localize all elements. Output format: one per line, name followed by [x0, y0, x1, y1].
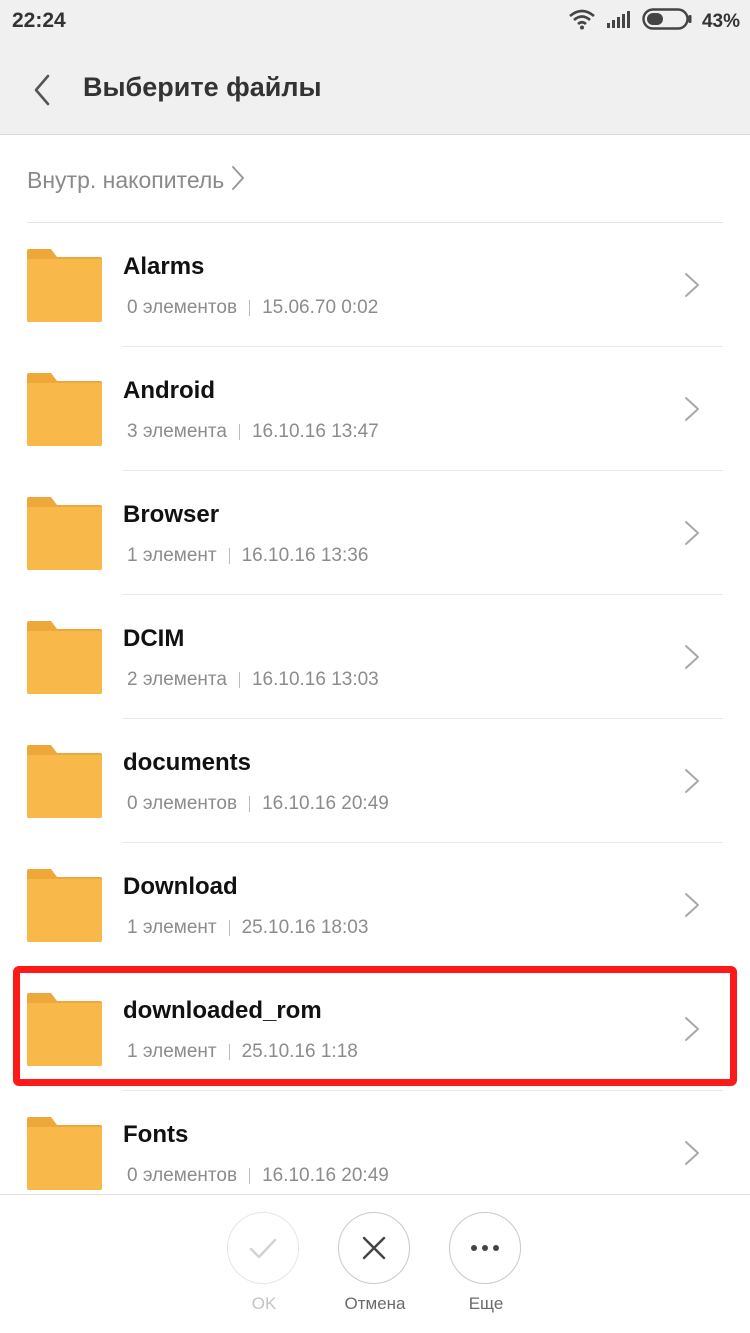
folder-row[interactable]: Android 3 элемента 16.10.16 13:47: [0, 347, 750, 471]
folder-row[interactable]: downloaded_rom 1 элемент 25.10.16 1:18: [0, 967, 750, 1091]
chevron-right-icon: [683, 1015, 701, 1043]
folder-meta: 1 элемент 16.10.16 13:36: [127, 545, 368, 567]
breadcrumb-chevron-icon: [230, 164, 246, 197]
folder-item-count: 1 элемент: [127, 1041, 217, 1062]
meta-separator: [228, 1044, 230, 1060]
ok-button[interactable]: OK: [227, 1212, 301, 1314]
folder-name: Download: [123, 873, 238, 900]
folder-icon: [27, 993, 102, 1066]
folder-icon: [27, 745, 102, 818]
folder-meta: 2 элемента 16.10.16 13:03: [127, 669, 379, 691]
folder-date: 16.10.16 20:49: [262, 793, 389, 814]
back-button[interactable]: [26, 70, 62, 110]
folder-name: DCIM: [123, 625, 185, 652]
bottom-action-bar: OK Отмена Еще: [0, 1194, 750, 1333]
folder-item-count: 3 элемента: [127, 421, 227, 442]
folder-meta: 0 элементов 15.06.70 0:02: [127, 297, 378, 319]
meta-separator: [228, 920, 230, 936]
folder-meta: 1 элемент 25.10.16 18:03: [127, 917, 368, 939]
folder-date: 15.06.70 0:02: [262, 297, 379, 318]
folder-name: Android: [123, 377, 215, 404]
folder-item-count: 0 элементов: [127, 793, 238, 814]
folder-name: Fonts: [123, 1121, 189, 1148]
folder-name: Alarms: [123, 253, 205, 280]
chevron-right-icon: [683, 767, 701, 795]
folder-date: 25.10.16 1:18: [241, 1041, 358, 1062]
more-dots-icon: [471, 1245, 499, 1251]
folder-item-count: 0 элементов: [127, 297, 238, 318]
chevron-right-icon: [683, 891, 701, 919]
battery-percent: 43%: [701, 10, 740, 32]
status-icons: 43%: [568, 8, 740, 35]
chevron-right-icon: [683, 643, 701, 671]
folder-meta: 1 элемент 25.10.16 1:18: [127, 1041, 358, 1063]
cancel-button[interactable]: Отмена: [338, 1212, 412, 1314]
breadcrumb[interactable]: Внутр. накопитель: [27, 164, 246, 197]
folder-meta: 0 элементов 16.10.16 20:49: [127, 1165, 389, 1187]
folder-name: documents: [123, 749, 252, 776]
meta-separator: [249, 1168, 251, 1184]
folder-icon: [27, 1117, 102, 1190]
folder-row[interactable]: Browser 1 элемент 16.10.16 13:36: [0, 471, 750, 595]
folder-meta: 0 элементов 16.10.16 20:49: [127, 793, 389, 815]
more-label: Еще: [468, 1294, 504, 1313]
folder-icon: [27, 621, 102, 694]
meta-separator: [238, 672, 240, 688]
back-arrow-icon: [34, 74, 50, 106]
folder-row[interactable]: Alarms 0 элементов 15.06.70 0:02: [0, 223, 750, 347]
meta-separator: [238, 424, 240, 440]
folder-icon: [27, 497, 102, 570]
more-circle: [449, 1212, 521, 1284]
folder-icon: [27, 869, 102, 942]
meta-separator: [249, 300, 251, 316]
folder-meta: 3 элемента 16.10.16 13:47: [127, 421, 379, 443]
chevron-right-icon: [683, 271, 701, 299]
folder-icon: [27, 249, 102, 322]
folder-date: 16.10.16 20:49: [262, 1165, 389, 1186]
folder-name: Browser: [123, 501, 220, 528]
wifi-icon: [568, 8, 596, 35]
folder-item-count: 0 элементов: [127, 1165, 238, 1186]
folder-item-count: 1 элемент: [127, 545, 217, 566]
cancel-label: Отмена: [344, 1294, 406, 1313]
top-bar: 22:24 43% Выберите файлы: [0, 0, 750, 135]
battery-icon: [642, 8, 692, 35]
folder-date: 16.10.16 13:47: [251, 421, 379, 442]
folder-item-count: 1 элемент: [127, 917, 217, 938]
chevron-right-icon: [683, 519, 701, 547]
signal-icon: [606, 9, 632, 34]
page-title: Выберите файлы: [83, 72, 322, 102]
more-button[interactable]: Еще: [449, 1212, 523, 1314]
check-icon: [249, 1238, 277, 1259]
folder-date: 16.10.16 13:36: [241, 545, 369, 566]
status-bar: 22:24 43%: [0, 0, 750, 42]
folder-item-count: 2 элемента: [127, 669, 227, 690]
chevron-right-icon: [683, 395, 701, 423]
folder-date: 25.10.16 18:03: [241, 917, 369, 938]
ok-circle: [227, 1212, 299, 1284]
status-time: 22:24: [12, 9, 66, 32]
close-icon: [362, 1236, 386, 1260]
folder-row[interactable]: documents 0 элементов 16.10.16 20:49: [0, 719, 750, 843]
folder-row[interactable]: Download 1 элемент 25.10.16 18:03: [0, 843, 750, 967]
folder-list: Alarms 0 элементов 15.06.70 0:02 Android 3 э…: [0, 223, 750, 1215]
cancel-circle: [338, 1212, 410, 1284]
folder-date: 16.10.16 13:03: [251, 669, 379, 690]
meta-separator: [228, 548, 230, 564]
folder-icon: [27, 373, 102, 446]
folder-name: downloaded_rom: [123, 997, 322, 1024]
meta-separator: [249, 796, 251, 812]
folder-row[interactable]: DCIM 2 элемента 16.10.16 13:03: [0, 595, 750, 719]
chevron-right-icon: [683, 1139, 701, 1167]
ok-label: OK: [251, 1294, 277, 1313]
breadcrumb-label: Внутр. накопитель: [27, 167, 225, 193]
